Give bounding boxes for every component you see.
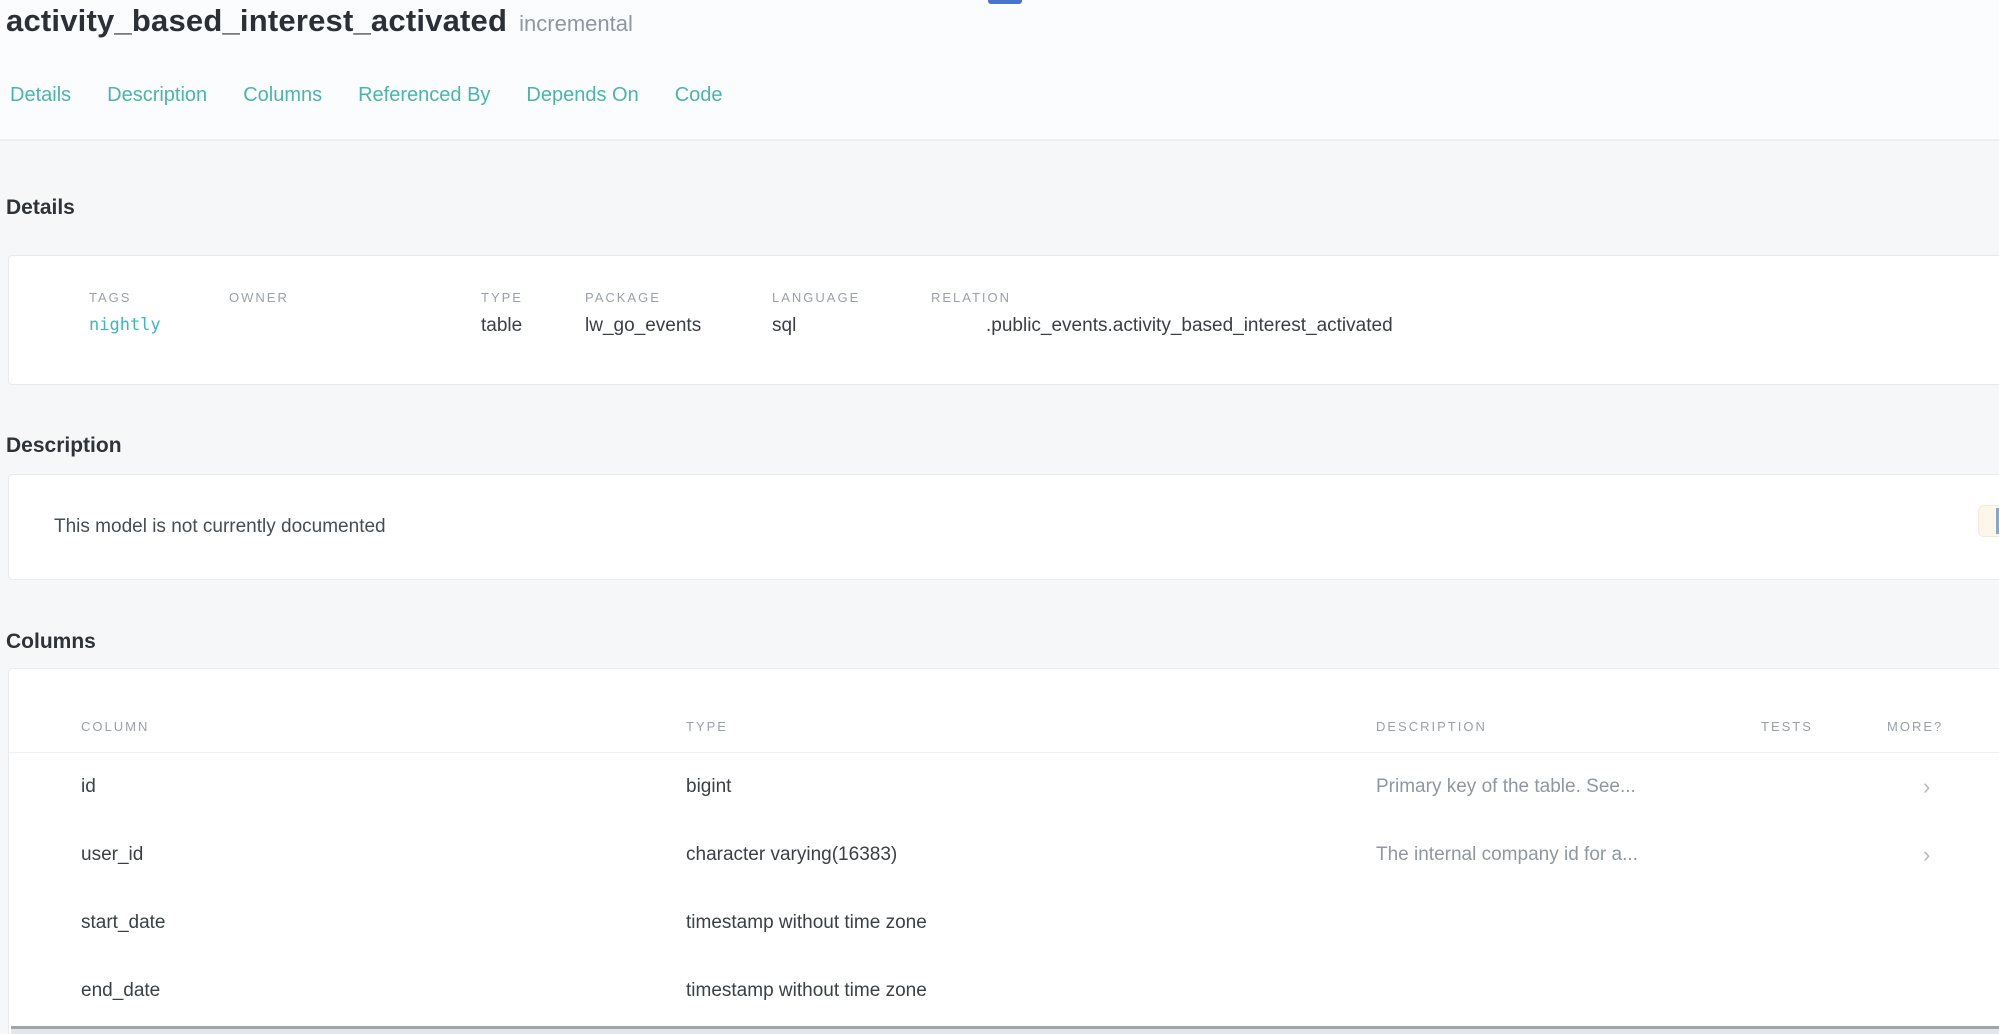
field-package-label: PACKAGE xyxy=(585,290,772,305)
field-relation: RELATION .public_events.activity_based_i… xyxy=(931,290,1999,337)
materialization-badge: incremental xyxy=(519,11,633,36)
nav-link-columns[interactable]: Columns xyxy=(243,84,322,107)
description-card: This model is not currently documented xyxy=(8,474,1999,580)
table-bottom-edge xyxy=(11,1029,1999,1034)
field-language-value: sql xyxy=(772,315,931,337)
edge-overlay-widget[interactable] xyxy=(1978,505,1999,537)
table-row[interactable]: user_id character varying(16383) The int… xyxy=(9,821,1999,889)
nav-link-referenced-by[interactable]: Referenced By xyxy=(358,84,490,107)
cell-column-type: timestamp without time zone xyxy=(686,912,1376,934)
cell-column-type: bigint xyxy=(686,776,1376,798)
columns-table-header: COLUMN TYPE DESCRIPTION TESTS MORE? xyxy=(9,669,1999,753)
page-title: activity_based_interest_activated xyxy=(6,3,507,38)
details-card: TAGS nightly OWNER TYPE table PACKAGE lw… xyxy=(8,255,1999,385)
cell-column-description: Primary key of the table. See... xyxy=(1376,776,1761,798)
tag-link[interactable]: nightly xyxy=(89,315,229,335)
table-row[interactable]: start_date timestamp without time zone xyxy=(9,889,1999,957)
columns-heading: Columns xyxy=(6,630,96,654)
details-heading: Details xyxy=(6,196,75,220)
field-package: PACKAGE lw_go_events xyxy=(585,290,772,337)
field-tags-label: TAGS xyxy=(89,290,229,305)
nav-link-code[interactable]: Code xyxy=(675,84,723,107)
title-row: activity_based_interest_activated increme… xyxy=(6,3,633,39)
chevron-right-icon[interactable]: › xyxy=(1887,776,1999,798)
cell-column-type: character varying(16383) xyxy=(686,844,1376,866)
page-header: activity_based_interest_activated increme… xyxy=(0,0,1999,141)
header-tests: TESTS xyxy=(1761,719,1887,734)
cell-column-description: The internal company id for a... xyxy=(1376,844,1761,866)
field-owner: OWNER xyxy=(229,290,481,337)
field-tags: TAGS nightly xyxy=(89,290,229,337)
field-package-value: lw_go_events xyxy=(585,315,772,337)
field-type-value: table xyxy=(481,315,585,337)
nav-link-details[interactable]: Details xyxy=(10,84,71,107)
description-text: This model is not currently documented xyxy=(9,516,386,538)
header-type: TYPE xyxy=(686,719,1376,734)
cutoff-blue-element[interactable] xyxy=(988,0,1022,4)
cell-column-name: start_date xyxy=(81,912,686,934)
cell-column-type: timestamp without time zone xyxy=(686,980,1376,1002)
table-row[interactable]: end_date timestamp without time zone xyxy=(9,957,1999,1025)
field-owner-label: OWNER xyxy=(229,290,481,305)
nav-link-depends-on[interactable]: Depends On xyxy=(526,84,638,107)
table-row[interactable]: id bigint Primary key of the table. See.… xyxy=(9,753,1999,821)
nav-link-description[interactable]: Description xyxy=(107,84,207,107)
cell-column-name: user_id xyxy=(81,844,686,866)
cell-column-name: end_date xyxy=(81,980,686,1002)
field-language-label: LANGUAGE xyxy=(772,290,931,305)
header-more: MORE? xyxy=(1887,719,1999,734)
header-description: DESCRIPTION xyxy=(1376,719,1761,734)
description-heading: Description xyxy=(6,434,122,458)
field-type-label: TYPE xyxy=(481,290,585,305)
field-relation-value: .public_events.activity_based_interest_a… xyxy=(931,315,1999,337)
details-fields: TAGS nightly OWNER TYPE table PACKAGE lw… xyxy=(9,256,1999,337)
field-relation-label: RELATION xyxy=(931,290,1999,305)
cell-column-name: id xyxy=(81,776,686,798)
section-nav: Details Description Columns Referenced B… xyxy=(10,84,723,107)
columns-card: COLUMN TYPE DESCRIPTION TESTS MORE? id b… xyxy=(8,668,1999,1034)
field-language: LANGUAGE sql xyxy=(772,290,931,337)
header-column: COLUMN xyxy=(81,719,686,734)
chevron-right-icon[interactable]: › xyxy=(1887,844,1999,866)
field-type: TYPE table xyxy=(481,290,585,337)
